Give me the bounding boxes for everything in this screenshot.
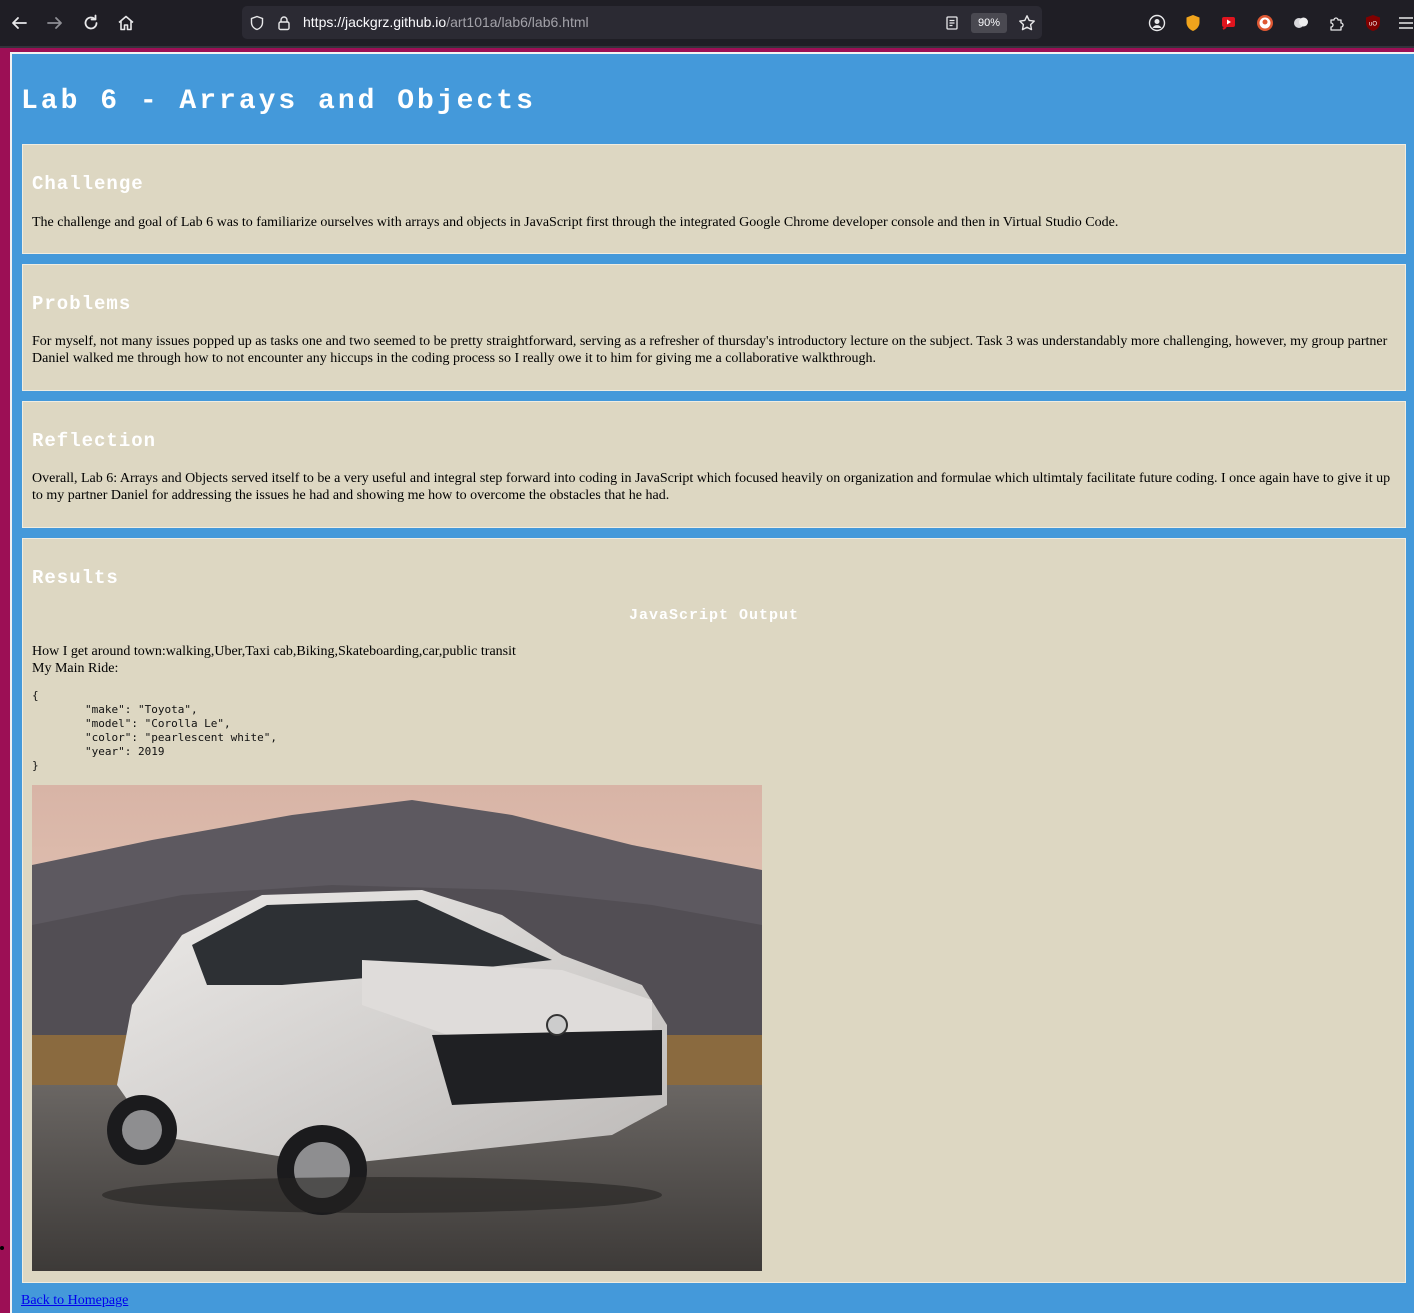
shield-extension-icon[interactable] (1183, 13, 1203, 33)
results-heading: Results (32, 567, 119, 589)
reflection-section: Reflection Overall, Lab 6: Arrays and Ob… (22, 401, 1406, 528)
bookmark-star-icon[interactable] (1017, 13, 1037, 33)
menu-icon[interactable] (1396, 13, 1414, 33)
javascript-output-heading: JavaScript Output (628, 607, 800, 624)
extensions-puzzle-icon[interactable] (1327, 13, 1347, 33)
list-bullet (0, 1246, 4, 1250)
shield-icon[interactable] (247, 13, 267, 33)
account-icon[interactable] (1147, 13, 1167, 33)
forward-arrow-icon[interactable] (42, 10, 68, 36)
car-photo (32, 785, 762, 1271)
reflection-heading: Reflection (32, 430, 157, 452)
home-icon[interactable] (113, 10, 139, 36)
challenge-text: The challenge and goal of Lab 6 was to f… (32, 215, 1119, 230)
lock-icon[interactable] (274, 13, 294, 33)
car-object-code: { "make": "Toyota", "model": "Corolla Le… (32, 689, 278, 772)
browser-toolbar: https://jackgrz.github.io/art101a/lab6/l… (0, 0, 1414, 48)
video-extension-icon[interactable] (1219, 13, 1239, 33)
url-bar[interactable]: https://jackgrz.github.io/art101a/lab6/l… (242, 6, 1042, 39)
svg-text:uO: uO (1369, 22, 1377, 28)
back-to-homepage-link[interactable]: Back to Homepage (21, 1293, 128, 1309)
challenge-section: Challenge The challenge and goal of Lab … (22, 144, 1406, 254)
ublock-icon[interactable]: uO (1363, 13, 1383, 33)
reload-icon[interactable] (78, 10, 104, 36)
results-section: Results JavaScript Output How I get arou… (22, 538, 1406, 1283)
reflection-text: Overall, Lab 6: Arrays and Objects serve… (32, 471, 1391, 503)
duck-extension-icon[interactable] (1255, 13, 1275, 33)
zoom-level-badge[interactable]: 90% (971, 13, 1007, 33)
main-ride-label: My Main Ride: (32, 661, 119, 676)
back-arrow-icon[interactable] (6, 10, 32, 36)
transport-list-text: How I get around town:walking,Uber,Taxi … (32, 644, 516, 659)
cloud-extension-icon[interactable] (1291, 13, 1311, 33)
reader-view-icon[interactable] (942, 13, 962, 33)
problems-heading: Problems (32, 293, 132, 315)
page-body: Lab 6 - Arrays and Objects Challenge The… (10, 52, 1414, 1313)
problems-section: Problems For myself, not many issues pop… (22, 264, 1406, 391)
page-title: Lab 6 - Arrays and Objects (21, 86, 536, 117)
problems-text: For myself, not many issues popped up as… (32, 334, 1388, 366)
challenge-heading: Challenge (32, 173, 144, 195)
url-text[interactable]: https://jackgrz.github.io/art101a/lab6/l… (303, 14, 589, 30)
